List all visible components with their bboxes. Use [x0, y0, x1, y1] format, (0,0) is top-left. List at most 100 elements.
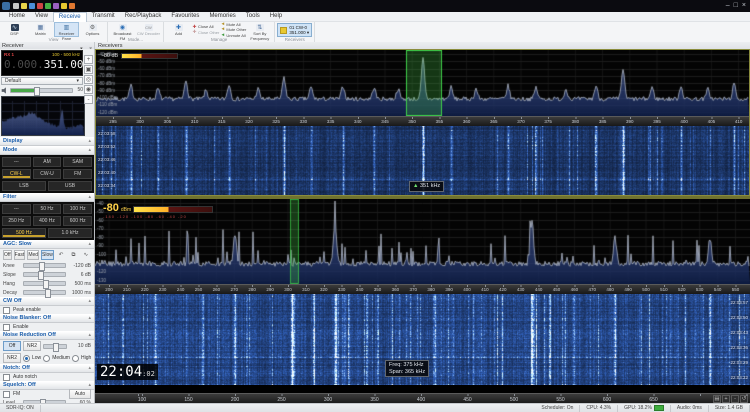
nr2-low-radio[interactable]	[23, 354, 30, 362]
close-button[interactable]: ×	[742, 1, 746, 11]
zoom-in-button[interactable]: ◎	[84, 75, 93, 84]
nr-off-button[interactable]: Off	[3, 341, 21, 351]
volume-slider[interactable]	[10, 86, 73, 96]
section-filter[interactable]: Filter ▴	[0, 193, 94, 202]
tab-tools[interactable]: Tools	[241, 12, 265, 21]
filter-50-hz[interactable]: 50 Hz	[32, 204, 62, 214]
minimize-button[interactable]: –	[726, 1, 730, 11]
agc-slow-button[interactable]: Slow	[41, 250, 54, 260]
grid-toggle-icon[interactable]: ▤	[713, 395, 721, 403]
frequency-mhz-digits[interactable]: 0.000.	[4, 58, 44, 71]
filter-500-hz[interactable]: 500 Hz	[2, 228, 46, 238]
tab-favourites[interactable]: Favourites	[166, 12, 204, 21]
agc-knee-slider-thumb[interactable]	[39, 262, 46, 271]
record-icon[interactable]	[37, 3, 43, 9]
filter-600-hz[interactable]: 600 Hz	[63, 216, 93, 226]
lower-frequency-scale[interactable]: 200 210 220 230 240 250 260 270 280 290 300 310 320 3…	[95, 284, 750, 294]
agc-hang-slider[interactable]	[23, 280, 66, 289]
tab-rec-playback[interactable]: Rec/Playback	[120, 12, 167, 21]
nr2-button[interactable]: NR2	[3, 353, 21, 363]
nr-level-slider[interactable]	[43, 342, 67, 352]
agc-decay-slider[interactable]	[23, 289, 66, 298]
filter-100-hz[interactable]: 100 Hz	[63, 204, 93, 214]
volume-slider-thumb[interactable]	[34, 86, 41, 96]
section-mode[interactable]: Mode ▴	[0, 146, 94, 155]
graph-icon[interactable]: ∿	[81, 250, 91, 260]
favourite-icon[interactable]	[61, 3, 67, 9]
mode-[interactable]: ---	[2, 157, 31, 167]
open-icon[interactable]	[21, 3, 27, 9]
mode-usb[interactable]: USB	[48, 181, 92, 191]
agc-slope-slider-thumb[interactable]	[37, 271, 44, 280]
agc-decay-slider-thumb[interactable]	[44, 289, 51, 298]
zoom-out-icon[interactable]: -	[731, 395, 739, 403]
receivers-panel-header[interactable]: Receivers	[95, 42, 750, 49]
nr-nr2-button[interactable]: NR2	[23, 341, 41, 351]
zoom-in-icon[interactable]: +	[722, 395, 730, 403]
spectrum-preview[interactable]	[1, 96, 85, 136]
undo-icon[interactable]: ↶	[56, 250, 66, 260]
mode-cw-l[interactable]: CW-L	[2, 169, 31, 179]
close-other-button[interactable]: ✚ Close Other	[192, 29, 220, 34]
section-notch[interactable]: Notch: Off ▴	[0, 364, 94, 373]
tab-receive[interactable]: Receive	[52, 11, 87, 22]
agc-knee-slider[interactable]	[23, 262, 66, 271]
zoom-out-button[interactable]: ◉	[84, 85, 93, 94]
tab-memories[interactable]: Memories	[204, 12, 240, 21]
step-down-button[interactable]: -	[84, 95, 93, 104]
agc-med-button[interactable]: Med	[27, 250, 40, 260]
upper-spectrum[interactable]	[96, 50, 749, 116]
matrix-button[interactable]: ▦ Matrix	[28, 22, 53, 37]
nb-enable-checkbox[interactable]	[3, 323, 10, 331]
save-icon[interactable]	[13, 3, 19, 9]
agc-slope-slider[interactable]	[23, 271, 66, 280]
peak-enable-checkbox[interactable]	[3, 306, 10, 314]
tab-home[interactable]: Home	[4, 12, 30, 21]
filter-250-hz[interactable]: 250 Hz	[2, 216, 31, 226]
filter-1-0-khz[interactable]: 1.0 kHz	[48, 228, 92, 238]
nr2-high-radio[interactable]	[71, 354, 79, 362]
mode-fm[interactable]: FM	[63, 169, 93, 179]
screenshot-icon[interactable]	[53, 3, 59, 9]
pane-button[interactable]: ▣	[84, 65, 93, 74]
section-agc[interactable]: AGC: Slow ▴	[0, 240, 94, 249]
receiver-chip[interactable]: 01 CW-0 351.000 ▾	[277, 23, 313, 37]
agc-hang-slider-thumb[interactable]	[42, 280, 49, 289]
frequency-display[interactable]: RX 1 100 - 500 kHz 0.000.351.000	[1, 50, 90, 76]
filter-[interactable]: ---	[2, 204, 31, 214]
tab-help[interactable]: Help	[265, 12, 287, 21]
filter-400-hz[interactable]: 400 Hz	[32, 216, 62, 226]
add-button[interactable]: ✚ Add	[166, 22, 191, 37]
agc-off-button[interactable]: Off	[3, 250, 12, 260]
nr2-medium-radio[interactable]	[43, 354, 51, 362]
nr-level-slider-thumb[interactable]	[53, 342, 59, 352]
section-cw[interactable]: CW Off ▴	[0, 297, 94, 306]
preset-dropdown[interactable]: Default ▾	[1, 77, 83, 85]
section-noise-blanker[interactable]: Noise Blanker: Off ▴	[0, 314, 94, 323]
reset-zoom-icon[interactable]: ↺	[740, 395, 748, 403]
broadcast-fm-button[interactable]: ◉ Broadcast FM	[110, 22, 135, 40]
tab-view[interactable]: View	[30, 12, 53, 21]
copy-icon[interactable]: ⧉	[68, 250, 78, 260]
close-all-button[interactable]: ✚ Close All	[192, 24, 219, 29]
display-icon[interactable]	[29, 3, 35, 9]
receiver-pane-button[interactable]: ▥ Receiver Pane	[54, 22, 79, 40]
section-noise-reduction[interactable]: Noise Reduction Off ▴	[0, 331, 94, 340]
auto-notch-checkbox[interactable]	[3, 373, 10, 381]
speaker-icon[interactable]	[1, 86, 8, 94]
sort-by-frequency-button[interactable]: ⇅ Sort By Frequency	[247, 22, 272, 40]
cw-decoder-button[interactable]: CW CW Decoder	[136, 22, 161, 37]
step-up-button[interactable]: +	[84, 55, 93, 64]
play-icon[interactable]	[45, 3, 51, 9]
mode-am[interactable]: AM	[32, 157, 62, 167]
mode-sam[interactable]: SAM	[63, 157, 93, 167]
upper-frequency-scale[interactable]: 295 300 305 310 315 320 325 330 335 340 345 350 355 3…	[96, 116, 749, 126]
agc-fast-button[interactable]: Fast	[13, 250, 26, 260]
options-button[interactable]: ⚙ Options	[80, 22, 105, 37]
tab-transmit[interactable]: Transmit	[87, 12, 120, 21]
mode-cw-u[interactable]: CW-U	[32, 169, 62, 179]
receiver-panel-header[interactable]: Receiver ▾ ×	[0, 42, 95, 52]
undo-icon[interactable]	[69, 3, 75, 9]
mode-lsb[interactable]: LSB	[2, 181, 46, 191]
maximize-button[interactable]: □	[734, 1, 738, 11]
